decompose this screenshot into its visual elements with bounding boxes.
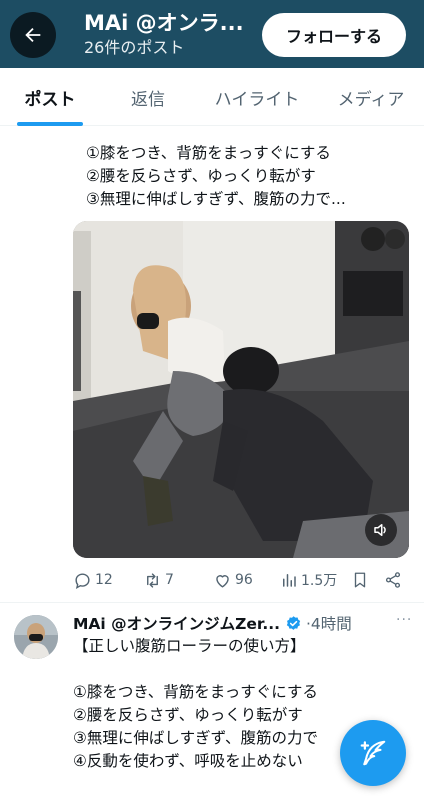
views-count: 1.5万 (301, 573, 338, 589)
tab-highlights[interactable]: ハイライト (196, 68, 318, 126)
post-divider (0, 602, 424, 603)
post-line (73, 658, 318, 681)
tab-replies[interactable]: 返信 (100, 68, 196, 126)
profile-header: MAi @オンラ... 26件のポスト フォローする (0, 0, 424, 68)
post-line: 【正しい腹筋ローラーの使い方】 (73, 637, 306, 655)
post-line: ③無理に伸ばしすぎず、腹筋の力で (73, 729, 319, 747)
tab-media[interactable]: メディア (318, 68, 424, 126)
heart-icon (216, 574, 229, 588)
verified-badge (285, 615, 302, 632)
tab-label: ポスト (24, 89, 76, 110)
post-time[interactable]: ·4時間 (306, 612, 352, 634)
like-button[interactable]: 96 (213, 568, 253, 592)
post-line: ②腰を反らさず、ゆっくり転がす (73, 706, 303, 724)
post-time-value: 4時間 (310, 615, 352, 633)
author-name[interactable]: MAi @オンラインジムZer... (73, 612, 280, 634)
tab-label: メディア (337, 89, 405, 110)
like-count: 96 (235, 572, 253, 588)
post-line: ④反動を使わず、呼吸を止めない (73, 752, 303, 770)
share-button[interactable] (384, 568, 402, 592)
bookmark-button[interactable] (351, 568, 369, 592)
share-icon (385, 572, 401, 588)
post-video[interactable] (73, 221, 409, 558)
avatar[interactable] (14, 615, 58, 659)
post-line: ③無理に伸ばしすぎず、腹筋の力で... (86, 190, 346, 208)
more-options-button[interactable]: ··· (396, 612, 412, 628)
back-button[interactable] (10, 12, 56, 58)
post-line: ②腰を反らさず、ゆっくり転がす (86, 167, 316, 185)
tab-posts[interactable]: ポスト (0, 68, 100, 126)
avatar-image (14, 615, 58, 659)
reply-button[interactable]: 12 (73, 568, 113, 592)
post-text[interactable]: 【正しい腹筋ローラーの使い方】 ①膝をつき、背筋をまっすぐにする ②腰を反らさず… (73, 635, 318, 773)
profile-tabs: ポスト 返信 ハイライト メディア (0, 68, 424, 126)
repost-button[interactable]: 7 (143, 568, 174, 592)
repost-icon (147, 572, 158, 588)
compose-feather-icon (360, 740, 386, 766)
speaker-icon (374, 524, 386, 536)
tab-label: ハイライト (214, 89, 300, 110)
post-line: ①膝をつき、背筋をまっすぐにする (73, 683, 318, 701)
arrow-left-icon (25, 27, 41, 43)
views-button[interactable]: 1.5万 (280, 568, 337, 592)
tab-label: 返信 (131, 89, 165, 110)
profile-title: MAi @オンラ... (84, 11, 244, 35)
post-text[interactable]: ①膝をつき、背筋をまっすぐにする ②腰を反らさず、ゆっくり転がす ③無理に伸ばし… (86, 142, 346, 211)
follow-button[interactable]: フォローする (262, 13, 406, 57)
post-header: MAi @オンラインジムZer... ·4時間 (73, 611, 352, 635)
post-line: ①膝をつき、背筋をまっすぐにする (86, 144, 331, 162)
video-frame-illustration (73, 221, 409, 558)
analytics-icon (283, 574, 296, 587)
post-actions: 12 7 96 1.5万 (73, 568, 409, 592)
repost-count: 7 (165, 572, 174, 588)
compose-button[interactable] (340, 720, 406, 786)
verified-icon (286, 615, 301, 630)
bookmark-icon (354, 572, 366, 588)
header-info: MAi @オンラ... 26件のポスト (84, 9, 244, 59)
post-count: 26件のポスト (84, 38, 185, 57)
mute-button[interactable] (365, 514, 397, 546)
reply-icon (75, 572, 90, 589)
active-tab-indicator (17, 122, 83, 126)
reply-count: 12 (95, 572, 113, 588)
